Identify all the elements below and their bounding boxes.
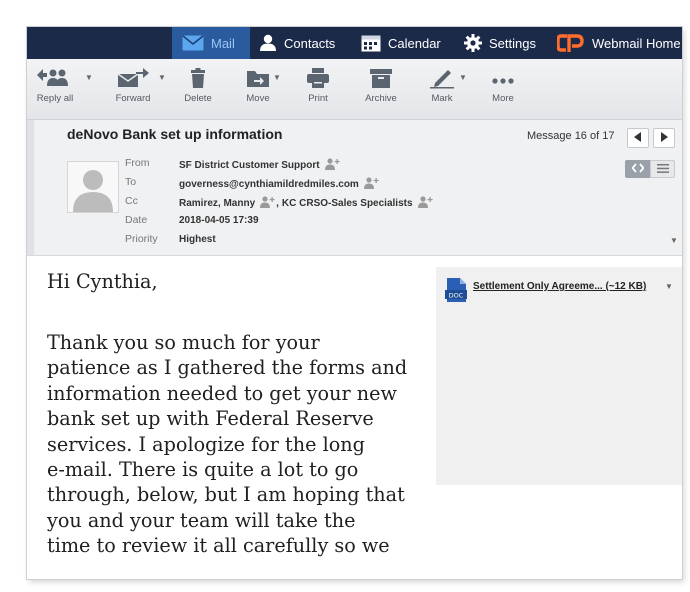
message-header: deNovo Bank set up information Message 1… <box>27 120 682 256</box>
nav-contacts-label: Contacts <box>284 35 336 51</box>
attachment-link[interactable]: Settlement Only Agreeme... (~12 KB) <box>473 281 646 292</box>
cc-recipient-2[interactable]: KC CRSO-Sales Specialists <box>282 198 413 209</box>
mark-label: Mark <box>431 93 453 104</box>
pen-mark-icon <box>429 67 455 89</box>
nav-mail[interactable]: Mail <box>172 27 250 59</box>
html-view-button[interactable] <box>625 160 650 178</box>
reply-all-button[interactable]: Reply all <box>27 67 85 115</box>
plain-text-view-button[interactable] <box>650 160 675 178</box>
date-value: 2018-04-05 17:39 <box>179 215 259 226</box>
trash-icon <box>187 67 209 89</box>
svg-text:DOC: DOC <box>449 291 464 299</box>
person-silhouette-icon <box>73 170 113 212</box>
body-line: services. I apologize for the long <box>47 432 365 456</box>
nav-mail-label: Mail <box>211 35 235 51</box>
nav-contacts[interactable]: Contacts <box>259 27 335 59</box>
header-left-bar <box>27 120 34 255</box>
body-line: through, below, but I am hoping that <box>47 483 405 507</box>
attachment-panel: DOC Settlement Only Agreeme... (~12 KB) … <box>436 267 682 485</box>
nav-webmail-home[interactable]: Webmail Home <box>557 27 681 59</box>
mail-icon <box>182 35 204 51</box>
add-contact-icon[interactable] <box>324 158 341 173</box>
to-recipient[interactable]: governess@cynthiamildredmiles.com <box>179 179 359 190</box>
doc-file-icon: DOC <box>445 278 467 307</box>
cc-recipient-1[interactable]: Ramirez, Manny <box>179 198 255 209</box>
print-label: Print <box>308 93 328 104</box>
cpanel-logo-icon <box>557 33 585 53</box>
move-label: Move <box>246 93 270 104</box>
code-brackets-icon <box>630 160 645 178</box>
to-value[interactable]: governess@cynthiamildredmiles.com <box>179 177 380 192</box>
message-body: Hi Cynthia, Thank you so much for your p… <box>34 257 429 579</box>
add-contact-icon[interactable] <box>363 177 380 192</box>
header-expand-chevron-down-icon[interactable]: ▼ <box>670 236 678 245</box>
body-line: patience as I gathered the forms and <box>47 356 408 380</box>
delete-button[interactable]: Delete <box>168 67 228 115</box>
priority-value: Highest <box>179 234 216 245</box>
sender-avatar <box>67 161 119 213</box>
printer-icon <box>306 67 330 89</box>
from-value[interactable]: SF District Customer Support <box>179 158 341 173</box>
cc-value[interactable]: Ramirez, Manny , KC CRSO-Sales Specialis… <box>179 196 434 211</box>
message-count: Message 16 of 17 <box>527 130 615 142</box>
triangle-right-icon <box>660 129 668 147</box>
date-label: Date <box>125 214 148 226</box>
contacts-icon <box>259 34 277 52</box>
mail-toolbar: Reply all ▼ Forward ▼ Delete Move ▼ Prin… <box>27 59 682 120</box>
archive-label: Archive <box>365 93 397 104</box>
nav-calendar-label: Calendar <box>388 35 441 51</box>
nav-calendar[interactable]: Calendar <box>361 27 441 59</box>
move-folder-icon <box>245 67 271 89</box>
calendar-icon <box>361 35 381 52</box>
more-dots-icon <box>491 67 515 89</box>
body-line: you and your team will take the <box>47 508 356 532</box>
attachment-chevron-down-icon[interactable]: ▼ <box>665 282 673 291</box>
body-line: time to review it all carefully so we <box>47 534 390 558</box>
from-label: From <box>125 157 150 169</box>
gear-icon <box>464 34 482 52</box>
body-line: information needed to get your new <box>47 381 397 405</box>
nav-settings-label: Settings <box>489 35 536 51</box>
next-message-button[interactable] <box>653 128 675 148</box>
delete-label: Delete <box>184 93 212 104</box>
more-label: More <box>492 93 514 104</box>
cc-separator: , <box>276 198 279 209</box>
view-toggle <box>625 160 675 178</box>
reply-all-label: Reply all <box>36 93 74 104</box>
reply-all-chevron-down-icon[interactable]: ▼ <box>85 73 93 82</box>
triangle-left-icon <box>634 129 642 147</box>
nav-settings[interactable]: Settings <box>464 27 536 59</box>
greeting-text: Hi Cynthia, <box>47 270 158 293</box>
from-sender-name[interactable]: SF District Customer Support <box>179 160 320 171</box>
add-contact-icon[interactable] <box>260 196 276 211</box>
previous-message-button[interactable] <box>627 128 649 148</box>
forward-icon <box>116 67 150 89</box>
move-chevron-down-icon[interactable]: ▼ <box>273 73 281 82</box>
message-subject: deNovo Bank set up information <box>67 126 283 142</box>
cc-label: Cc <box>125 195 138 207</box>
add-contact-icon[interactable] <box>417 196 434 211</box>
mark-chevron-down-icon[interactable]: ▼ <box>459 73 467 82</box>
archive-button[interactable]: Archive <box>351 67 411 115</box>
reply-all-icon <box>35 67 75 89</box>
body-line: e-mail. There is quite a lot to go <box>47 458 359 482</box>
forward-chevron-down-icon[interactable]: ▼ <box>158 73 166 82</box>
more-button[interactable]: More <box>473 67 533 115</box>
to-label: To <box>125 176 137 188</box>
archive-icon <box>369 67 393 89</box>
nav-webmail-home-label: Webmail Home <box>592 35 681 51</box>
print-button[interactable]: Print <box>288 67 348 115</box>
forward-label: Forward <box>115 93 151 104</box>
text-lines-icon <box>656 160 669 178</box>
top-navigation: Mail Contacts Calendar Settings Webmail … <box>27 27 682 59</box>
body-line: Thank you so much for your <box>47 331 320 354</box>
body-paragraph: Thank you so much for your patience as I… <box>47 330 429 559</box>
body-line: bank set up with Federal Reserve <box>47 407 374 431</box>
priority-label: Priority <box>125 233 158 245</box>
webmail-window: Mail Contacts Calendar Settings Webmail … <box>27 27 682 579</box>
forward-button[interactable]: Forward <box>103 67 163 115</box>
